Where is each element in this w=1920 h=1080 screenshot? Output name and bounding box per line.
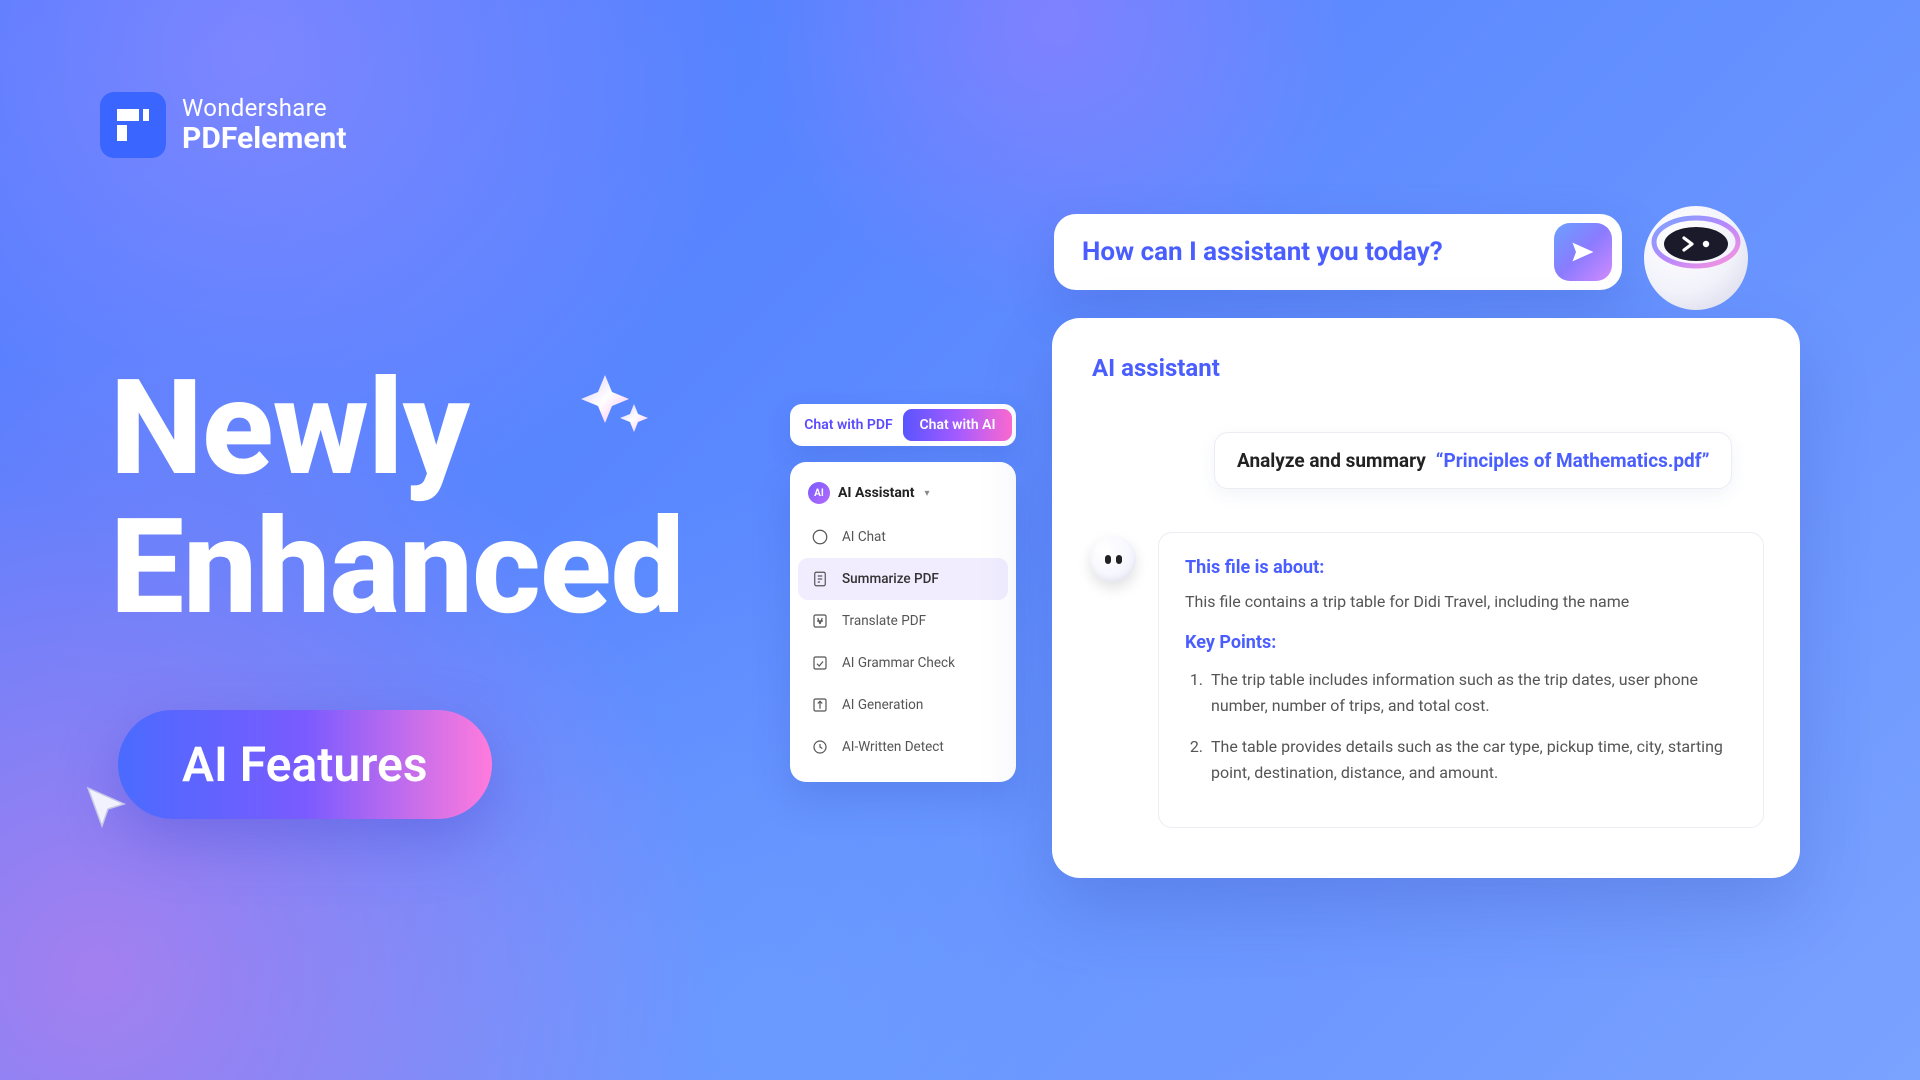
chevron-down-icon: ▾: [924, 488, 929, 499]
generation-icon: [810, 695, 830, 715]
brand-name: PDFelement: [182, 122, 347, 155]
menu-item-translate-pdf[interactable]: Translate PDF: [798, 600, 1008, 642]
tab-chat-with-pdf[interactable]: Chat with PDF: [794, 409, 903, 441]
menu-item-ai-chat[interactable]: AI Chat: [798, 516, 1008, 558]
chat-icon: [810, 527, 830, 547]
chip-action: Analyze and summary: [1237, 449, 1426, 472]
ask-bar[interactable]: How can I assistant you today?: [1054, 214, 1622, 290]
menu-item-label: Translate PDF: [842, 613, 926, 629]
grammar-icon: [810, 653, 830, 673]
ai-tools-menu: AI AI Assistant ▾ AI Chat Summarize PDF …: [790, 462, 1016, 782]
about-heading: This file is about:: [1185, 557, 1737, 578]
user-request-chip: Analyze and summary “Principles of Mathe…: [1214, 432, 1732, 489]
tab-chat-with-ai[interactable]: Chat with AI: [903, 409, 1012, 441]
cursor-icon: [82, 782, 130, 830]
sparkle-icon: [580, 370, 650, 440]
assistant-title: AI assistant: [1092, 354, 1760, 382]
chat-mode-tabs: Chat with PDF Chat with AI: [790, 404, 1016, 446]
ask-prompt: How can I assistant you today?: [1082, 237, 1554, 267]
hero-pill: AI Features: [118, 710, 492, 819]
keypoints-heading: Key Points:: [1185, 632, 1737, 653]
summarize-icon: [810, 569, 830, 589]
send-icon: [1569, 238, 1597, 266]
about-body: This file contains a trip table for Didi…: [1185, 590, 1737, 614]
product-logo: Wondershare PDFelement: [100, 92, 347, 158]
keypoint-item: The table provides details such as the c…: [1207, 734, 1737, 787]
menu-item-label: AI Generation: [842, 697, 923, 713]
assistant-response: This file is about: This file contains a…: [1158, 532, 1764, 828]
translate-icon: [810, 611, 830, 631]
brand-top: Wondershare: [182, 95, 347, 121]
menu-item-ai-generation[interactable]: AI Generation: [798, 684, 1008, 726]
menu-item-label: AI Grammar Check: [842, 655, 955, 671]
send-button[interactable]: [1554, 223, 1612, 281]
menu-head-title: AI Assistant: [838, 485, 914, 501]
menu-item-label: AI-Written Detect: [842, 739, 944, 755]
hero-line-2: Enhanced: [110, 499, 684, 638]
menu-item-ai-written-detect[interactable]: AI-Written Detect: [798, 726, 1008, 768]
keypoint-item: The trip table includes information such…: [1207, 667, 1737, 720]
ai-badge-icon: AI: [808, 482, 830, 504]
menu-item-label: AI Chat: [842, 529, 886, 545]
detect-icon: [810, 737, 830, 757]
keypoints-list: The trip table includes information such…: [1185, 667, 1737, 787]
logo-mark-icon: [100, 92, 166, 158]
assistant-avatar-icon: [1090, 536, 1136, 582]
chip-filename: “Principles of Mathematics.pdf”: [1436, 449, 1710, 472]
ai-assistant-dropdown[interactable]: AI AI Assistant ▾: [798, 476, 1008, 516]
menu-item-grammar-check[interactable]: AI Grammar Check: [798, 642, 1008, 684]
menu-item-label: Summarize PDF: [842, 571, 939, 587]
menu-item-summarize-pdf[interactable]: Summarize PDF: [798, 558, 1008, 600]
robot-avatar-icon: [1636, 198, 1756, 318]
